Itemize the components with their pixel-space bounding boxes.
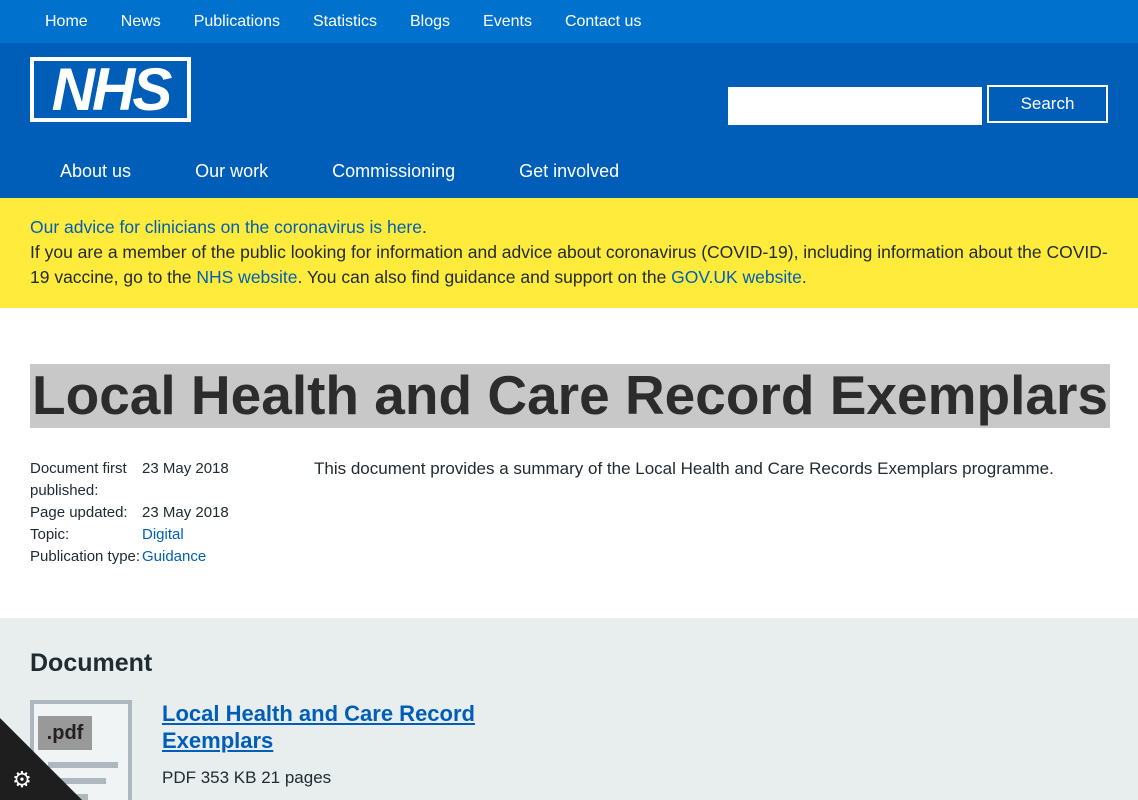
main-navigation: About us Our work Commissioning Get invo… (60, 161, 683, 182)
meta-key: Page updated: (30, 504, 128, 521)
meta-value: 23 May 2018 (142, 460, 229, 477)
mainnav-our-work[interactable]: Our work (195, 161, 268, 182)
top-navigation: Home News Publications Statistics Blogs … (0, 0, 1138, 43)
search-input[interactable] (728, 87, 982, 125)
meta-key: Publication type: (30, 548, 141, 565)
documents-section: Document .pdf Local Health and Care Reco… (0, 618, 1138, 800)
documents-heading: Document (30, 649, 153, 677)
topnav-home[interactable]: Home (45, 13, 88, 31)
meta-row: Page updated: 23 May 2018 (30, 502, 229, 524)
topnav-statistics[interactable]: Statistics (313, 13, 377, 31)
document-file-meta: PDF 353 KB 21 pages (162, 768, 332, 787)
mainnav-about-us[interactable]: About us (60, 161, 131, 182)
meta-key: Document first published: (30, 460, 127, 499)
page-title: Local Health and Care Record Exemplars (30, 364, 1110, 428)
page-header: Local Health and Care Record Exemplars D… (0, 308, 1138, 618)
meta-row: Publication type: Guidance (30, 546, 229, 568)
publication-metadata: Document first published: 23 May 2018 Pa… (30, 458, 229, 568)
meta-key: Topic: (30, 526, 70, 543)
topnav-events[interactable]: Events (483, 13, 532, 31)
mainnav-get-involved[interactable]: Get involved (519, 161, 619, 182)
topnav-contact-us[interactable]: Contact us (565, 13, 641, 31)
search-button[interactable]: Search (987, 85, 1108, 123)
topic-digital-link[interactable]: Digital (142, 526, 184, 543)
mainnav-commissioning[interactable]: Commissioning (332, 161, 455, 182)
topnav-publications[interactable]: Publications (194, 13, 280, 31)
topnav-news[interactable]: News (121, 13, 161, 31)
site-header: NHS Search About us Our work Commissioni… (0, 43, 1138, 198)
meta-value: 23 May 2018 (142, 504, 229, 521)
publication-type-guidance-link[interactable]: Guidance (142, 548, 206, 565)
nhs-logo[interactable]: NHS (30, 57, 191, 122)
meta-row: Document first published: 23 May 2018 (30, 458, 229, 502)
coronavirus-alert-banner: Our advice for clinicians on the coronav… (0, 198, 1138, 308)
topnav-blogs[interactable]: Blogs (410, 13, 450, 31)
meta-row: Topic: Digital (30, 524, 229, 546)
gear-icon[interactable]: ⚙ (10, 768, 34, 792)
clinician-advice-link[interactable]: Our advice for clinicians on the coronav… (30, 217, 422, 237)
nhs-logo-text: NHS (51, 55, 173, 123)
document-title-link[interactable]: Local Health and Care Record Exemplars (162, 700, 502, 754)
nhs-website-link[interactable]: NHS website (196, 267, 297, 287)
document-summary: This document provides a summary of the … (314, 459, 1054, 478)
gov-uk-website-link[interactable]: GOV.UK website (671, 267, 802, 287)
